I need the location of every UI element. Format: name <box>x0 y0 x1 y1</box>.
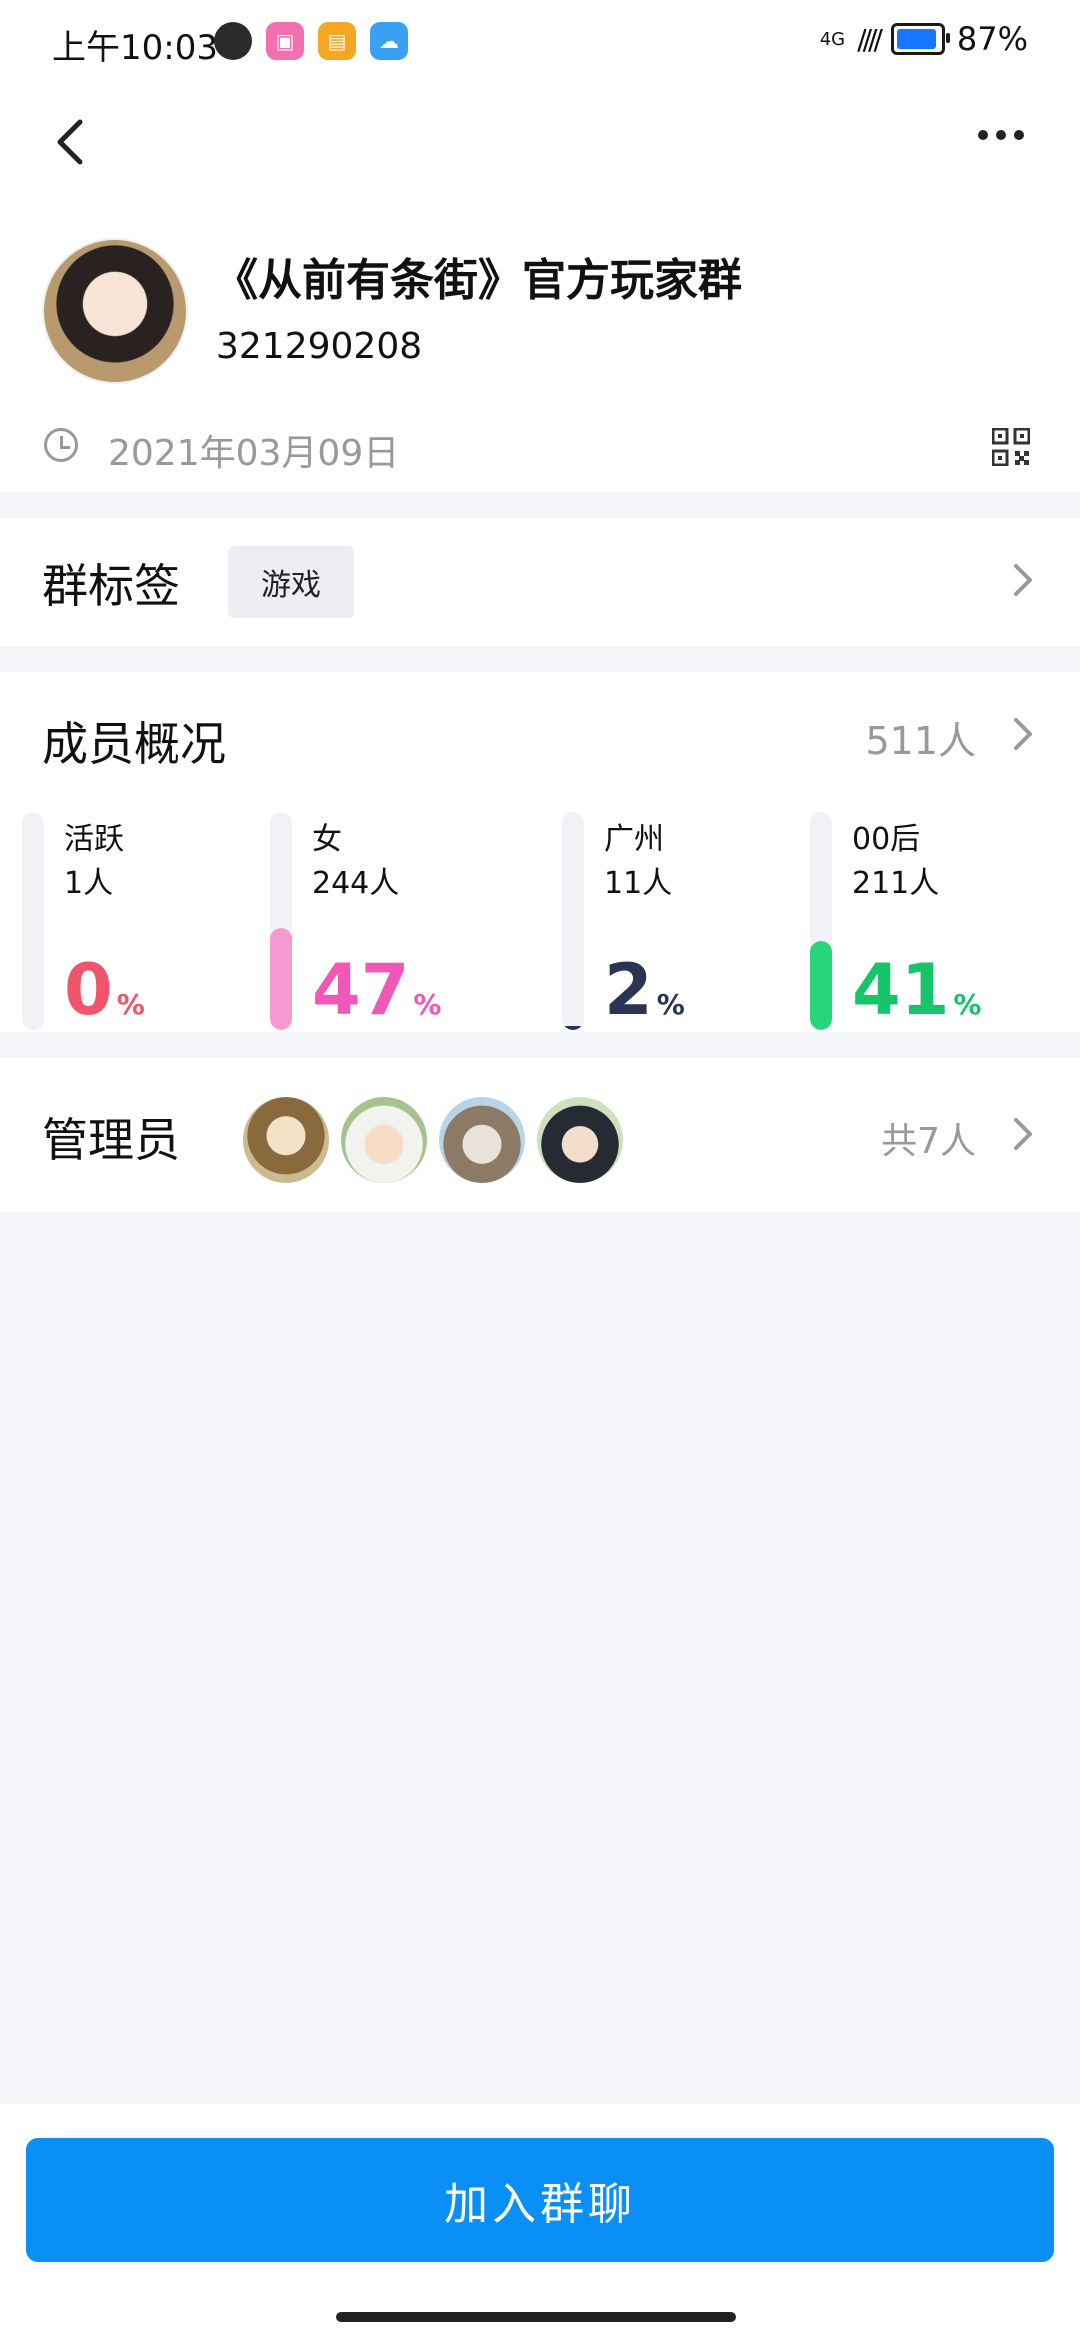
stat-bar-track <box>270 812 292 1030</box>
stat-bar-fill <box>810 941 832 1030</box>
stat-label-text: 女 <box>312 822 342 857</box>
stat-percent-unit: % <box>116 988 145 1021</box>
admins-row[interactable]: 管理员 共7人 <box>0 1058 1080 1212</box>
app-notification-icon <box>214 22 252 60</box>
stat-percent-unit: % <box>413 988 442 1021</box>
battery-percent: 87% <box>956 20 1028 58</box>
bilibili-icon: ▣ <box>266 22 304 60</box>
stat-label-text: 活跃 <box>64 822 124 857</box>
stat-label-text: 00后 <box>852 822 921 857</box>
home-indicator[interactable] <box>336 2312 736 2322</box>
member-count: 511人 <box>865 719 976 763</box>
tag-chip: 游戏 <box>228 546 354 618</box>
chevron-left-icon <box>57 119 83 165</box>
stat-bar-fill <box>562 1026 584 1030</box>
notification-icons: ▣ ▤ ☁ <box>214 22 408 60</box>
member-overview[interactable]: 成员概况 511人 活跃 1人 0% 女 244人 47% 广州 11人 2% … <box>0 672 1080 1032</box>
status-time: 上午10:03 <box>52 28 218 68</box>
stat-percent-value: 0 <box>64 949 113 1031</box>
stat-bar-fill <box>270 928 292 1030</box>
stat-female: 女 244人 47% <box>270 812 510 1030</box>
stat-percent-value: 47 <box>312 949 410 1031</box>
avatar[interactable] <box>534 1094 626 1186</box>
stat-percent-unit: % <box>953 988 982 1021</box>
group-created-date: 2021年03月09日 <box>108 433 400 474</box>
network-label: 4G <box>819 28 846 50</box>
stat-bar-track <box>22 812 44 1030</box>
stat-label: 广州 11人 <box>604 818 672 906</box>
stat-active: 活跃 1人 0% <box>22 812 262 1030</box>
status-right: 4G //// 87% <box>820 20 1028 58</box>
stat-age: 00后 211人 41% <box>810 812 1050 1030</box>
group-avatar[interactable] <box>42 238 188 384</box>
tags-title: 群标签 <box>42 559 180 613</box>
qr-code-icon[interactable] <box>992 428 1030 466</box>
chevron-right-icon <box>1014 564 1032 596</box>
back-button[interactable] <box>46 112 96 172</box>
admins-title: 管理员 <box>42 1113 180 1167</box>
stat-percent: 41% <box>852 952 981 1043</box>
stat-bar-track <box>810 812 832 1030</box>
join-group-button[interactable]: 加入群聊 <box>26 2138 1054 2262</box>
app-icon: ▤ <box>318 22 356 60</box>
more-button[interactable] <box>978 120 1038 150</box>
battery-icon <box>890 23 950 55</box>
more-dot <box>978 130 988 140</box>
clock-icon <box>44 428 78 462</box>
stat-count: 244人 <box>312 866 400 901</box>
bottom-bar: 加入群聊 <box>0 2104 1080 2340</box>
group-tags-row[interactable]: 群标签 游戏 <box>0 518 1080 646</box>
more-dot <box>996 130 1006 140</box>
group-name: 《从前有条街》官方玩家群 <box>214 255 742 306</box>
avatar[interactable] <box>338 1094 430 1186</box>
stat-label: 活跃 1人 <box>64 818 124 906</box>
stat-percent-value: 41 <box>852 949 950 1031</box>
stat-percent-unit: % <box>656 988 685 1021</box>
stat-label: 00后 211人 <box>852 818 939 906</box>
signal-icon: //// <box>857 22 883 56</box>
cloud-icon: ☁ <box>370 22 408 60</box>
stat-bar-track <box>562 812 584 1030</box>
admin-avatars <box>240 1094 632 1186</box>
status-bar: 上午10:03 ▣ ▤ ☁ 4G //// 87% <box>0 0 1080 88</box>
avatar[interactable] <box>436 1094 528 1186</box>
stat-label-text: 广州 <box>604 822 664 857</box>
chevron-right-icon <box>1014 718 1032 750</box>
stat-percent: 47% <box>312 952 441 1043</box>
group-id: 321290208 <box>216 326 423 367</box>
stat-label: 女 244人 <box>312 818 399 906</box>
chevron-right-icon <box>1014 1118 1032 1150</box>
stat-count: 211人 <box>852 866 940 901</box>
stat-region: 广州 11人 2% <box>562 812 802 1030</box>
avatar[interactable] <box>240 1094 332 1186</box>
stat-percent-value: 2 <box>604 949 653 1031</box>
stat-percent: 2% <box>604 952 685 1043</box>
admin-total: 共7人 <box>881 1121 976 1162</box>
stat-count: 11人 <box>604 866 673 901</box>
more-dot <box>1014 130 1024 140</box>
members-title: 成员概况 <box>42 717 226 771</box>
stat-count: 1人 <box>64 866 114 901</box>
stat-percent: 0% <box>64 952 145 1043</box>
